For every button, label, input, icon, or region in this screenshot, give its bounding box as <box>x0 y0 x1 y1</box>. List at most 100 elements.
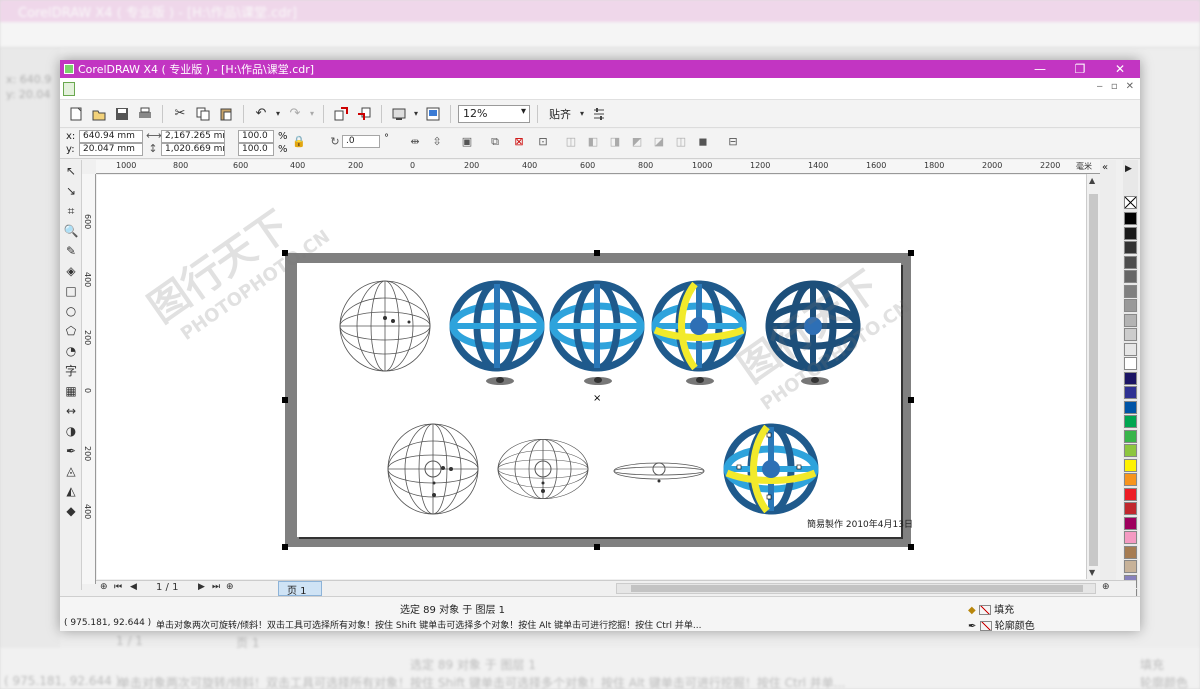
vertical-ruler[interactable]: 600 400 200 0 200 400 <box>82 174 96 584</box>
selection-handle[interactable] <box>908 250 914 256</box>
no-color-swatch[interactable] <box>1124 196 1137 209</box>
vertical-scrollbar[interactable]: ▲ ▼ <box>1086 174 1100 579</box>
palette-swatch[interactable] <box>1124 444 1137 457</box>
last-page-icon[interactable]: ⏭ <box>212 582 220 592</box>
mirror-vertical-icon[interactable]: ⇳ <box>430 135 444 149</box>
maximize-button[interactable]: ❐ <box>1060 60 1100 78</box>
next-page-icon[interactable]: ▶ <box>198 582 205 592</box>
palette-swatch[interactable] <box>1124 415 1137 428</box>
selection-handle[interactable] <box>908 544 914 550</box>
paste-icon[interactable] <box>216 104 236 124</box>
welcome-screen-icon[interactable] <box>423 104 443 124</box>
palette-swatch[interactable] <box>1124 328 1137 341</box>
add-page-after-icon[interactable]: ⊕ <box>226 582 234 592</box>
freehand-tool-icon[interactable]: ✎ <box>62 242 80 260</box>
back-minus-front-icon[interactable]: ◫ <box>674 135 688 149</box>
ungroup-all-icon[interactable]: ⊡ <box>536 135 550 149</box>
page-tab-1[interactable]: 页 1 <box>278 581 322 597</box>
expand-docker-icon[interactable]: « <box>1102 162 1108 173</box>
horizontal-scroll-thumb[interactable] <box>631 585 1083 592</box>
palette-swatch[interactable] <box>1124 473 1137 486</box>
palette-swatch[interactable] <box>1124 241 1137 254</box>
selection-handle[interactable] <box>908 397 914 403</box>
palette-swatch[interactable] <box>1124 458 1137 472</box>
print-icon[interactable] <box>135 104 155 124</box>
y-position-field[interactable]: 20.047 mm <box>79 143 143 156</box>
doc-minimize-button[interactable]: ‒ <box>1096 81 1102 92</box>
selection-handle[interactable] <box>594 250 600 256</box>
shape-tool-icon[interactable]: ↘ <box>62 182 80 200</box>
open-folder-icon[interactable] <box>89 104 109 124</box>
palette-swatch[interactable] <box>1124 342 1137 356</box>
align-distribute-icon[interactable]: ⊟ <box>726 135 740 149</box>
palette-swatch[interactable] <box>1124 531 1137 544</box>
polygon-tool-icon[interactable]: ⬠ <box>62 322 80 340</box>
pick-tool-icon[interactable]: ↖ <box>62 162 80 180</box>
group-icon[interactable]: ⧉ <box>488 135 502 149</box>
undo-dropdown-icon[interactable]: ▾ <box>274 104 282 124</box>
redo-dropdown-icon[interactable]: ▾ <box>308 104 316 124</box>
lock-ratio-icon[interactable]: 🔒 <box>292 135 306 149</box>
minimize-button[interactable]: — <box>1020 60 1060 78</box>
snap-dropdown-icon[interactable]: ▾ <box>578 104 586 124</box>
palette-swatch[interactable] <box>1124 400 1137 414</box>
text-tool-icon[interactable]: 字 <box>62 362 80 380</box>
scroll-down-icon[interactable]: ▼ <box>1089 568 1095 577</box>
import-icon[interactable] <box>331 104 351 124</box>
fill-indicator[interactable]: ◆ 填充 <box>968 601 1014 616</box>
outline-indicator[interactable]: ✒ 轮廓颜色 <box>968 617 1035 631</box>
palette-swatch[interactable] <box>1124 284 1137 298</box>
zoom-navigator-icon[interactable]: ⊕ <box>1102 582 1110 592</box>
close-button[interactable]: ✕ <box>1100 60 1140 78</box>
selection-handle[interactable] <box>594 544 600 550</box>
ellipse-tool-icon[interactable]: ○ <box>62 302 80 320</box>
combine-icon[interactable]: ▣ <box>460 135 474 149</box>
simplify-icon[interactable]: ◩ <box>630 135 644 149</box>
palette-swatch[interactable] <box>1124 502 1137 515</box>
palette-swatch[interactable] <box>1124 226 1137 240</box>
palette-swatch[interactable] <box>1124 386 1137 399</box>
palette-swatch[interactable] <box>1124 560 1137 573</box>
palette-swatch[interactable] <box>1124 371 1137 385</box>
launcher-dropdown-icon[interactable]: ▾ <box>412 104 420 124</box>
palette-swatch[interactable] <box>1124 429 1137 443</box>
interactive-fill-tool-icon[interactable]: ◆ <box>62 502 80 520</box>
basic-shapes-tool-icon[interactable]: ◔ <box>62 342 80 360</box>
new-document-icon[interactable] <box>66 104 86 124</box>
add-page-icon[interactable]: ⊕ <box>100 582 108 592</box>
prev-page-icon[interactable]: ◀ <box>130 582 137 592</box>
zoom-tool-icon[interactable]: 🔍 <box>62 222 80 240</box>
cut-icon[interactable]: ✂ <box>170 104 190 124</box>
palette-scroll-up-icon[interactable]: ▶ <box>1125 164 1132 174</box>
table-tool-icon[interactable]: ▦ <box>62 382 80 400</box>
save-icon[interactable] <box>112 104 132 124</box>
weld-icon[interactable]: ◫ <box>564 135 578 149</box>
create-boundary-icon[interactable]: ◼ <box>696 135 710 149</box>
scroll-up-icon[interactable]: ▲ <box>1089 176 1095 185</box>
doc-restore-button[interactable]: ▫ <box>1111 81 1118 92</box>
palette-swatch[interactable] <box>1124 487 1137 501</box>
undo-icon[interactable]: ↶ <box>251 104 271 124</box>
parallel-dimension-tool-icon[interactable]: ↔ <box>62 402 80 420</box>
redo-icon[interactable]: ↷ <box>285 104 305 124</box>
doc-close-button[interactable]: ✕ <box>1126 81 1134 92</box>
width-field[interactable]: 2,167.265 mm <box>161 130 225 143</box>
horizontal-scrollbar[interactable] <box>616 583 1096 594</box>
scale-width-field[interactable]: 100.0 <box>238 130 274 143</box>
drawing-canvas[interactable]: × 簡易製作 2010年4月13日 图行天下 PHOTOPHOTO.CN 图行天… <box>97 175 1086 579</box>
mirror-horizontal-icon[interactable]: ⇹ <box>408 135 422 149</box>
outline-tool-icon[interactable]: ◬ <box>62 462 80 480</box>
rectangle-tool-icon[interactable]: □ <box>62 282 80 300</box>
height-field[interactable]: 1,020.669 mm <box>161 143 225 156</box>
palette-swatch[interactable] <box>1124 516 1137 530</box>
palette-swatch[interactable] <box>1124 545 1137 559</box>
application-launcher-icon[interactable] <box>389 104 409 124</box>
palette-swatch[interactable] <box>1124 270 1137 283</box>
trim-icon[interactable]: ◧ <box>586 135 600 149</box>
palette-swatch[interactable] <box>1124 299 1137 312</box>
rotation-angle-field[interactable]: .0 <box>342 135 380 148</box>
ungroup-icon[interactable]: ⊠ <box>512 135 526 149</box>
selection-handle[interactable] <box>282 397 288 403</box>
zoom-level-select[interactable]: 12% <box>458 104 530 123</box>
palette-swatch[interactable] <box>1124 255 1137 269</box>
